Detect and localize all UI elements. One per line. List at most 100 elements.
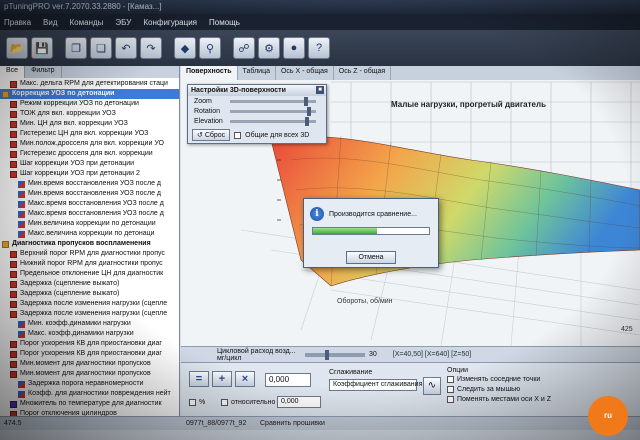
close-icon[interactable]: ■ [316,86,324,94]
help-icon[interactable]: ? [308,37,330,59]
equals-button[interactable]: = [189,371,209,387]
option-label: Изменять соседние точки [457,375,541,383]
tree-item[interactable]: Задержка после изменения нагрузки (сцепл… [0,299,179,309]
rotation-slider[interactable] [230,106,316,116]
tree-item[interactable]: Мин.величина коррекции по детонации [0,219,179,229]
reset-icon[interactable]: ● [283,37,305,59]
undo-icon[interactable]: ↶ [115,37,137,59]
tree-item[interactable]: Мин.момент для диагностики пропусков [0,359,179,369]
table-icon [10,250,17,258]
cancel-button[interactable]: Отмена [346,251,396,264]
tree-item[interactable]: Задержка после изменения нагрузки (сцепл… [0,309,179,319]
tree-item[interactable]: Мин.время восстановления УОЗ после д [0,179,179,189]
tree-item[interactable]: Коэфф. для диагностики повреждения нейт [0,389,179,399]
tree-item[interactable]: Задержка (сцепление выжато) [0,279,179,289]
multiply-button[interactable]: × [235,371,255,387]
search-icon[interactable]: ⚲ [199,37,221,59]
tree-item[interactable]: Порог ускорения КВ для приостановки диаг [0,339,179,349]
tab-table[interactable]: Таблица [238,66,276,80]
tree-item[interactable]: Порог ускорения КВ для приостановки диаг [0,349,179,359]
tab-surface[interactable]: Поверхность [181,66,238,80]
zoom-slider[interactable] [230,96,316,106]
menu-commands[interactable]: Команды [70,18,104,27]
tree-item[interactable]: Макс.время восстановления УОЗ после д [0,209,179,219]
tree-item[interactable]: ТОЖ для вкл. коррекции УОЗ [0,109,179,119]
surface-settings-header: Настройки 3D-поверхности ■ [188,85,326,96]
tab-filter[interactable]: Фильтр [25,66,62,78]
dialog-message: Производится сравнение... [329,210,417,218]
tab-all[interactable]: Все [0,66,26,78]
tree-item[interactable]: Макс.время восстановления УОЗ после д [0,199,179,209]
option-follow-mouse-checkbox[interactable] [447,385,454,393]
relative-label: относительно [231,399,276,406]
tree-item[interactable]: Гистерезис ЦН для вкл. коррекции УОЗ [0,129,179,139]
tree-item[interactable]: Мин. ЦН для вкл. коррекции УОЗ [0,119,179,129]
tree-item[interactable]: Порог отключения цилиндров [0,409,179,416]
table-icon [10,110,17,118]
options-title: Опции [447,367,469,374]
menu-edit[interactable]: Правка [4,18,31,27]
smoothing-coefficient-field[interactable]: Коэффициент сглаживания [329,379,422,391]
compare-icon[interactable]: ◆ [174,37,196,59]
tree-item-label: Порог ускорения КВ для приостановки диаг [20,340,162,347]
menu-help[interactable]: Помощь [209,18,240,27]
chart-icon [18,210,25,218]
menu-ecu[interactable]: ЭБУ [115,18,131,27]
tree-item[interactable]: Макс. коэфф.динамики нагрузки [0,329,179,339]
axis-slider[interactable] [305,349,365,360]
menu-config[interactable]: Конфигурация [143,18,197,27]
tree-item[interactable]: Шаг коррекции УОЗ при детонации [0,159,179,169]
ecu-icon[interactable]: ⚙ [258,37,280,59]
tree-item[interactable]: Мин. коэфф.динамики нагрузки [0,319,179,329]
option-neighbors-checkbox[interactable] [447,375,454,383]
save-icon[interactable]: 💾 [31,37,53,59]
elevation-slider-knob[interactable] [305,116,310,126]
tree-item[interactable]: Макс. дельта RPM для детектирования стац… [0,79,179,89]
tree-item[interactable]: Множитель по температуре для диагностик [0,399,179,409]
paste-icon[interactable]: ❏ [90,37,112,59]
tree-item-label: Задержка порога неравномерности [28,380,144,387]
tree-item[interactable]: Мин.момент для диагностики пропусков [0,369,179,379]
elevation-slider[interactable] [230,116,316,126]
tree-item[interactable]: Коррекция УОЗ по детонации [0,89,179,99]
tree-item[interactable]: Гистерезис дросселя для вкл. коррекции [0,149,179,159]
open-icon[interactable]: 📂 [6,37,28,59]
tree-item[interactable]: Режим коррекции УОЗ по детонации [0,99,179,109]
tree-item[interactable]: Мин.полож.дросселя для вкл. коррекции УО [0,139,179,149]
copy-icon[interactable]: ❐ [65,37,87,59]
tree-item[interactable]: Мин.время восстановления УОЗ после д [0,189,179,199]
chart-icon [18,200,25,208]
axis-slider-knob[interactable] [325,349,329,360]
smooth-apply-button[interactable]: ∿ [423,377,441,395]
percent-option: % [189,399,205,406]
tree-item-label: ТОЖ для вкл. коррекции УОЗ [20,110,116,117]
redo-icon[interactable]: ↷ [140,37,162,59]
tree-item[interactable]: Задержка порога неравномерности [0,379,179,389]
option-swap-axes-checkbox[interactable] [447,395,454,403]
tree-item[interactable]: Макс.величина коррекции по детонаци [0,229,179,239]
zoom-row: Zoom [188,96,326,106]
status-files: 0977t_88/0977t_92 [186,420,247,427]
tree-item-label: Мин.величина коррекции по детонации [28,220,156,227]
zoom-slider-knob[interactable] [303,96,308,106]
tree-item-label: Мин. ЦН для вкл. коррекции УОЗ [20,120,128,127]
percent-checkbox[interactable] [189,399,196,406]
tree-item[interactable]: Предельное отклонение ЦН для диагностик [0,269,179,279]
tree-item-label: Задержка после изменения нагрузки (сцепл… [20,310,168,317]
relative-checkbox[interactable] [221,399,228,406]
menu-view[interactable]: Вид [43,18,57,27]
tab-axis-z[interactable]: Ось Z - общая [334,66,392,80]
tree-item[interactable]: Шаг коррекции УОЗ при детонации 2 [0,169,179,179]
add-button[interactable]: + [212,371,232,387]
tab-axis-x[interactable]: Ось X - общая [276,66,334,80]
tree-item[interactable]: Верхний порог RPM для диагностики пропус [0,249,179,259]
connect-icon[interactable]: ☍ [233,37,255,59]
tree-item[interactable]: Диагностика пропусков воспламенения [0,239,179,249]
tree-item[interactable]: Задержка (сцепление выжато) [0,289,179,299]
value-input[interactable]: 0,000 [265,373,311,387]
reset-button[interactable]: ↺ Сброс [192,129,231,141]
common-3d-checkbox[interactable] [234,131,242,139]
tree-item[interactable]: Нижний порог RPM для диагностики пропус [0,259,179,269]
rotation-slider-knob[interactable] [307,106,312,116]
relative-value-input[interactable]: 0,000 [277,396,321,408]
